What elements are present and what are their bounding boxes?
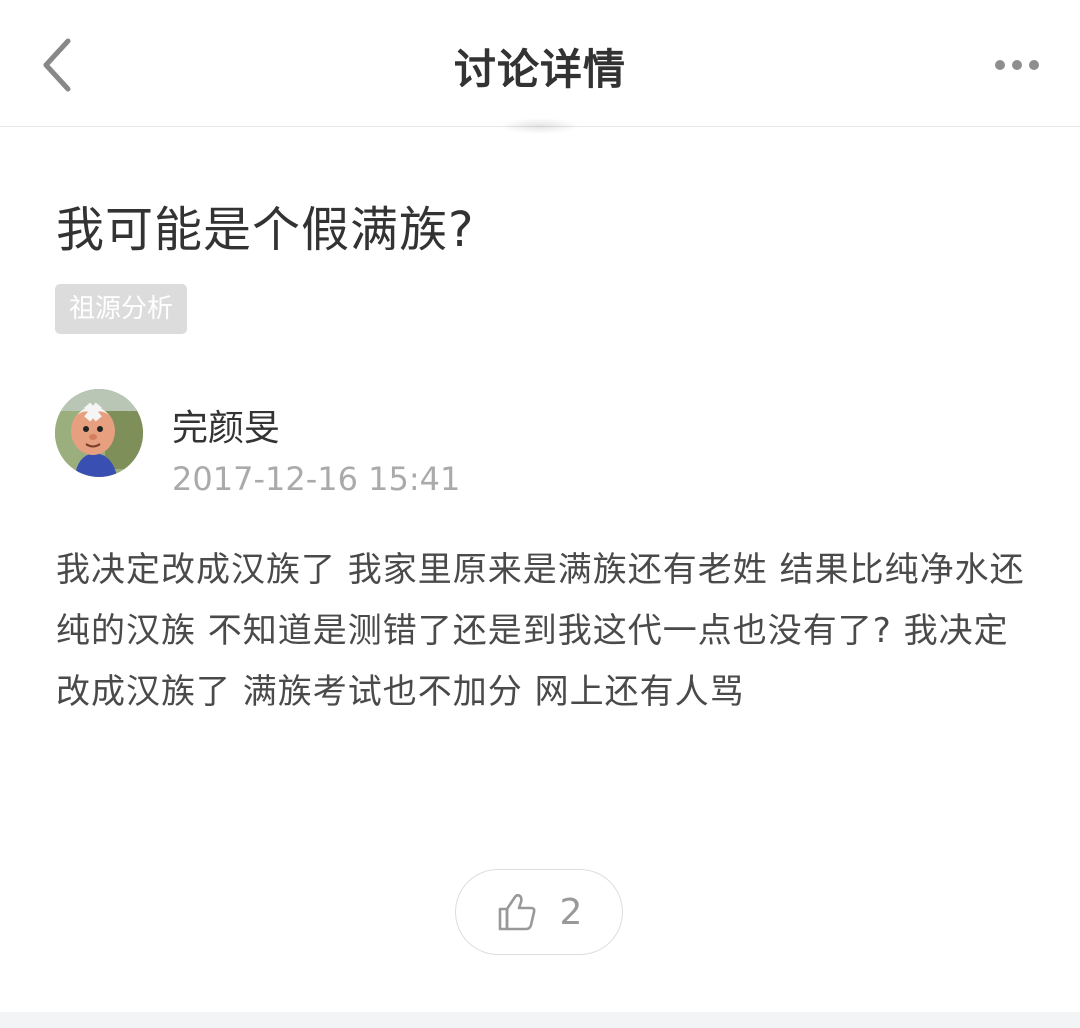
bottom-divider bbox=[0, 1012, 1080, 1028]
navbar-shadow bbox=[500, 118, 580, 134]
thumbs-up-icon bbox=[498, 893, 536, 931]
post-body-text: 我决定改成汉族了 我家里原来是满族还有老姓 结果比纯净水还纯的汉族 不知道是测错… bbox=[56, 550, 1025, 712]
page-title: 讨论详情 bbox=[453, 45, 626, 94]
discussion-detail-page: 讨论详情 我可能是个假满族? 祖源分析 完颜旻 2017-12-16 15:41… bbox=[0, 0, 1080, 1028]
more-dot bbox=[1029, 60, 1039, 70]
avatar[interactable] bbox=[55, 389, 143, 477]
cartoon-avatar-icon bbox=[55, 389, 143, 477]
like-button[interactable]: 2 bbox=[455, 869, 623, 955]
more-dot bbox=[1012, 60, 1022, 70]
more-options-button[interactable] bbox=[982, 40, 1052, 90]
top-navigation-bar: 讨论详情 bbox=[0, 0, 1080, 127]
post-timestamp: 2017-12-16 15:41 bbox=[172, 460, 461, 498]
author-name[interactable]: 完颜旻 bbox=[172, 399, 280, 451]
more-horizontal-icon bbox=[995, 60, 1005, 70]
post-title: 我可能是个假满族? bbox=[56, 202, 475, 258]
category-tag[interactable]: 祖源分析 bbox=[55, 284, 188, 334]
like-count: 2 bbox=[559, 891, 583, 933]
